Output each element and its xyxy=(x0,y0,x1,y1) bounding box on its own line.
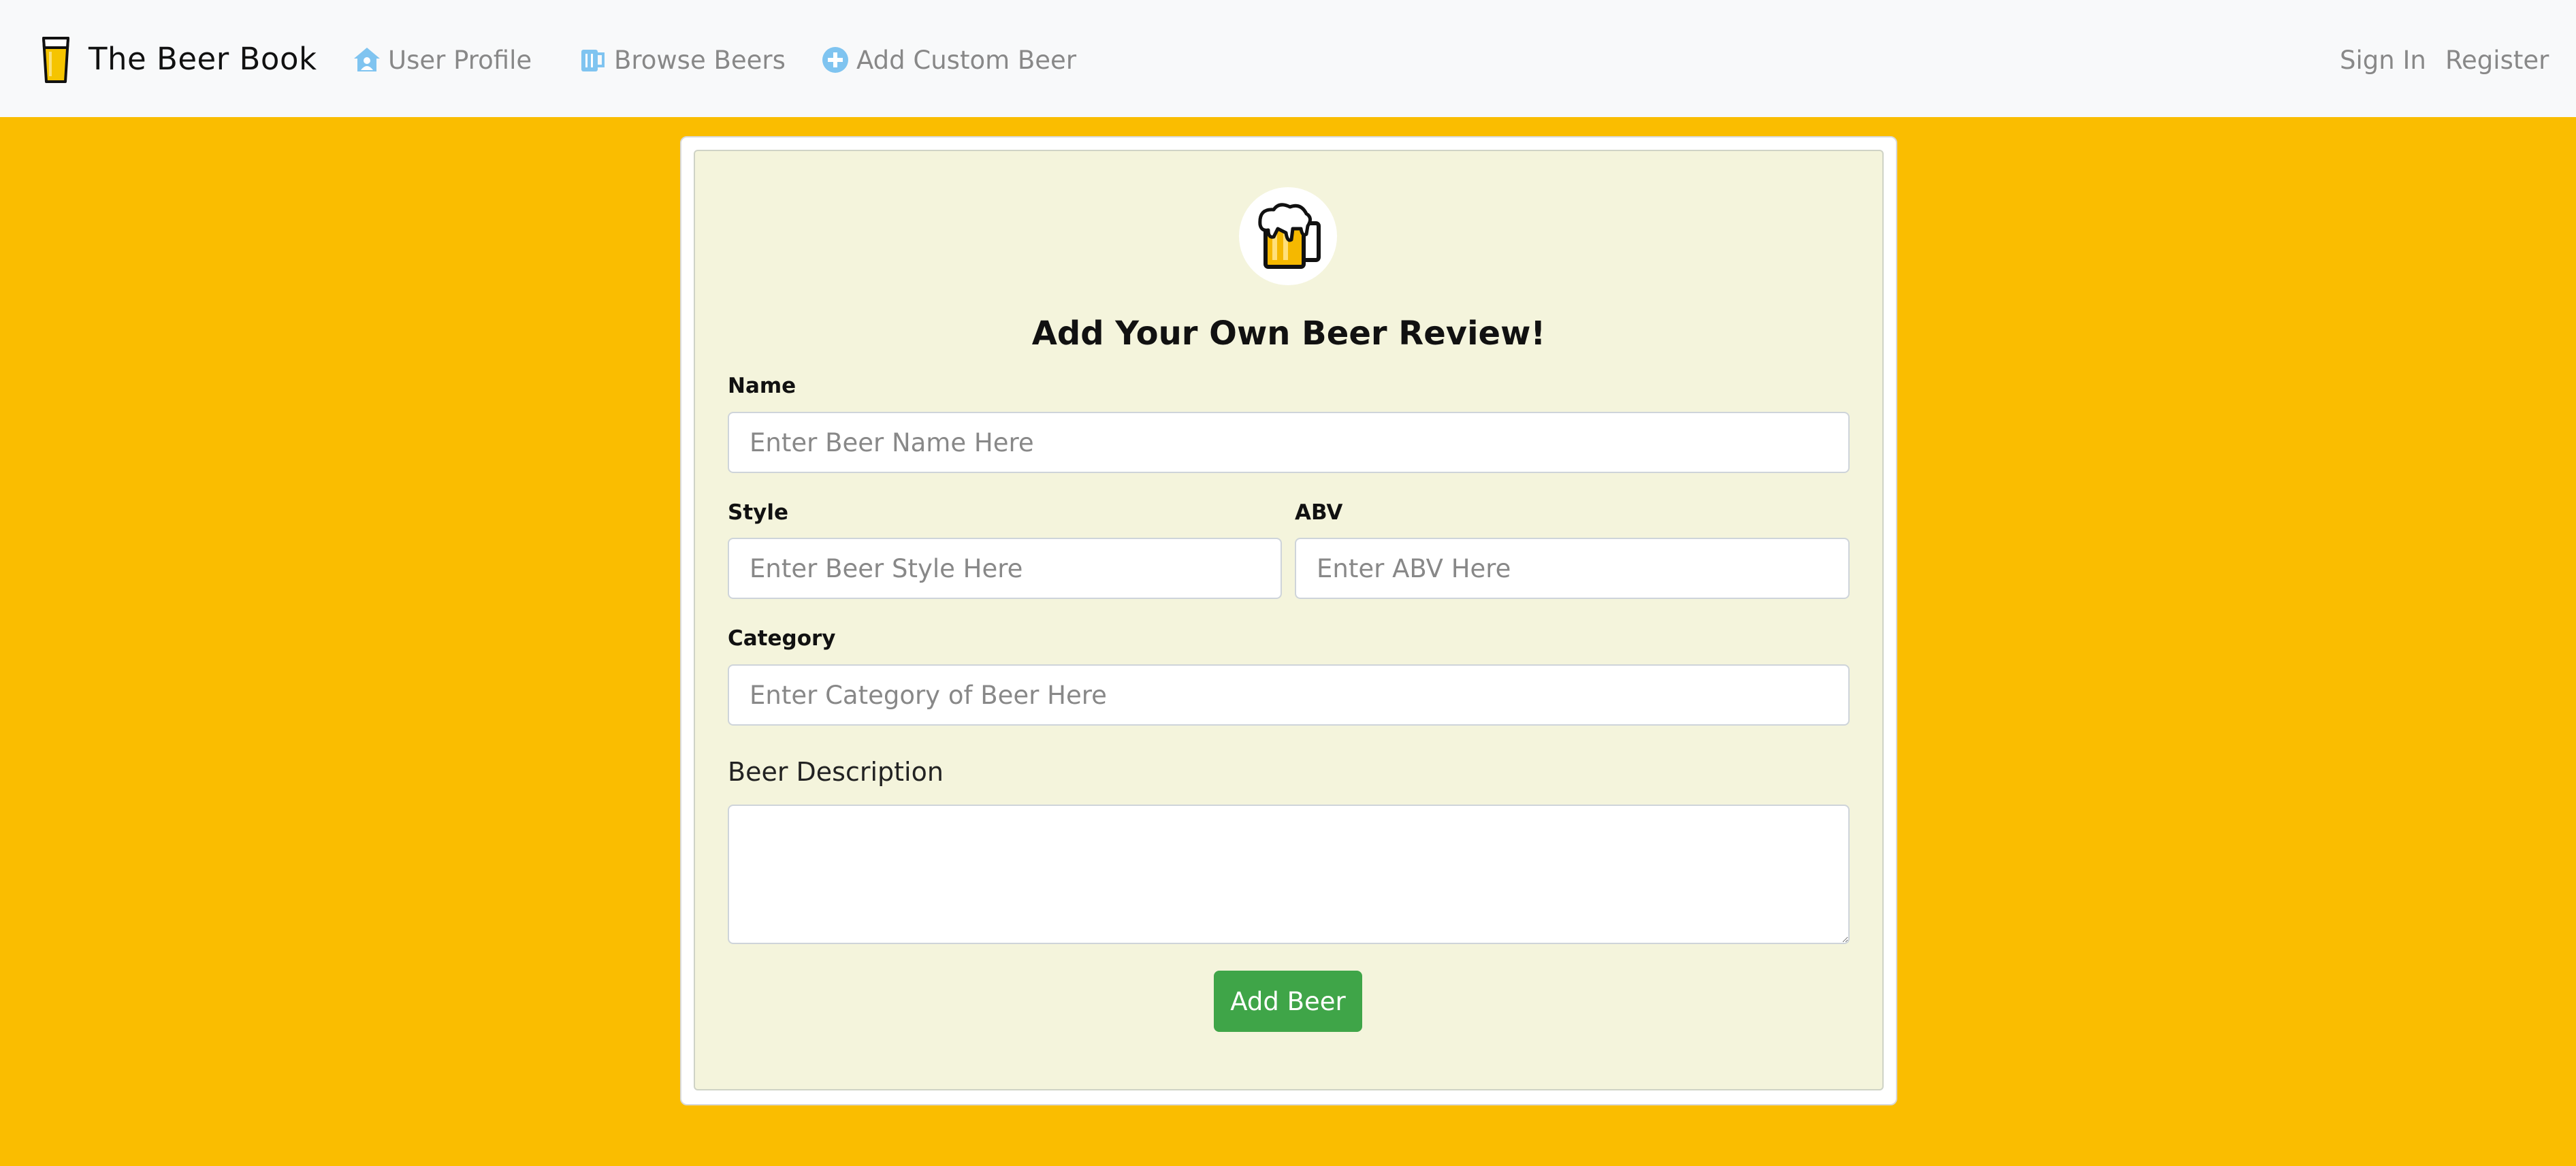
navbar: The Beer Book User Profile Browse Beers xyxy=(0,0,2576,117)
brand-link[interactable]: The Beer Book xyxy=(39,31,317,86)
beer-style-input[interactable] xyxy=(728,538,1282,599)
category-label: Category xyxy=(728,626,836,651)
user-home-icon xyxy=(353,46,381,74)
abv-label: ABV xyxy=(1295,500,1343,525)
form-title: Add Your Own Beer Review! xyxy=(1031,314,1546,353)
sign-in-link[interactable]: Sign In xyxy=(2340,39,2426,80)
brand-name: The Beer Book xyxy=(88,40,317,77)
nav-user-profile[interactable]: User Profile xyxy=(353,39,532,80)
beer-category-input[interactable] xyxy=(728,664,1850,726)
add-beer-button[interactable]: Add Beer xyxy=(1214,971,1362,1032)
register-link[interactable]: Register xyxy=(2445,39,2549,80)
name-label: Name xyxy=(728,374,796,398)
nav-add-custom-beer[interactable]: Add Custom Beer xyxy=(821,39,1076,80)
description-label: Beer Description xyxy=(728,757,944,787)
beer-mug-icon xyxy=(579,46,607,74)
beer-mug-logo-icon xyxy=(1239,187,1337,285)
beer-description-textarea[interactable] xyxy=(728,805,1850,944)
beer-name-input[interactable] xyxy=(728,412,1850,473)
style-label: Style xyxy=(728,500,789,525)
beer-glass-icon xyxy=(42,37,69,83)
nav-browse-beers[interactable]: Browse Beers xyxy=(579,39,786,80)
nav-user-profile-label: User Profile xyxy=(388,45,532,75)
nav-browse-beers-label: Browse Beers xyxy=(614,45,786,75)
plus-circle-icon xyxy=(821,46,850,74)
nav-add-custom-beer-label: Add Custom Beer xyxy=(856,45,1077,75)
beer-abv-input[interactable] xyxy=(1295,538,1850,599)
form-card xyxy=(694,150,1884,1090)
